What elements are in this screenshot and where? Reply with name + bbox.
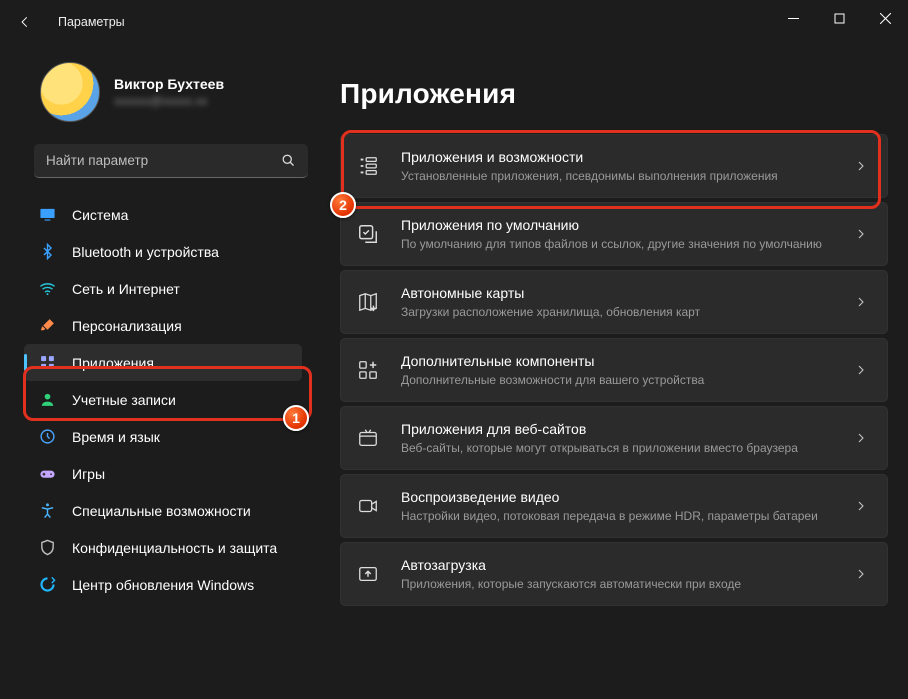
- card-desc: Настройки видео, потоковая передача в ре…: [401, 508, 835, 524]
- card-desc: Установленные приложения, псевдонимы вып…: [401, 168, 835, 184]
- chevron-right-icon: [855, 160, 869, 172]
- sidebar-item-label: Специальные возможности: [72, 503, 292, 519]
- paintbrush-icon: [38, 317, 56, 335]
- card-desc: Загрузки расположение хранилища, обновле…: [401, 304, 835, 320]
- maps-icon: [355, 289, 381, 315]
- time-language-icon: [38, 428, 56, 446]
- window-title: Параметры: [58, 15, 125, 29]
- avatar: [40, 62, 100, 122]
- apps-icon: [38, 354, 56, 372]
- sidebar-item-label: Центр обновления Windows: [72, 577, 292, 593]
- settings-card-2[interactable]: Автономные карты Загрузки расположение хр…: [340, 270, 888, 334]
- search-icon: [281, 153, 296, 168]
- settings-card-1[interactable]: Приложения по умолчанию По умолчанию для …: [340, 202, 888, 266]
- settings-card-3[interactable]: Дополнительные компоненты Дополнительные …: [340, 338, 888, 402]
- sidebar-item-7[interactable]: Игры: [24, 455, 302, 492]
- card-title: Автозагрузка: [401, 556, 835, 574]
- minimize-button[interactable]: [770, 0, 816, 36]
- back-button[interactable]: [18, 15, 40, 29]
- card-title: Автономные карты: [401, 284, 835, 302]
- search-input[interactable]: [34, 144, 308, 178]
- annotation-badge-1: 1: [283, 405, 309, 431]
- account-icon: [38, 391, 56, 409]
- optional-features-icon: [355, 357, 381, 383]
- gaming-icon: [38, 465, 56, 483]
- profile-email: xxxxxx@xxxxx.xx: [114, 94, 224, 108]
- card-desc: Приложения, которые запускаются автомати…: [401, 576, 835, 592]
- sidebar-item-3[interactable]: Персонализация: [24, 307, 302, 344]
- sidebar-item-label: Конфиденциальность и защита: [72, 540, 292, 556]
- default-apps-icon: [355, 221, 381, 247]
- chevron-right-icon: [855, 296, 869, 308]
- bluetooth-icon: [38, 243, 56, 261]
- sidebar-item-5[interactable]: Учетные записи: [24, 381, 302, 418]
- video-icon: [355, 493, 381, 519]
- card-desc: Веб-сайты, которые могут открываться в п…: [401, 440, 835, 456]
- titlebar: Параметры: [0, 0, 908, 44]
- windows-update-icon: [38, 576, 56, 594]
- sidebar-item-8[interactable]: Специальные возможности: [24, 492, 302, 529]
- settings-card-5[interactable]: Воспроизведение видео Настройки видео, по…: [340, 474, 888, 538]
- sidebar-item-0[interactable]: Система: [24, 196, 302, 233]
- sidebar-item-label: Время и язык: [72, 429, 292, 445]
- sidebar-item-1[interactable]: Bluetooth и устройства: [24, 233, 302, 270]
- profile-name: Виктор Бухтеев: [114, 76, 224, 92]
- websites-icon: [355, 425, 381, 451]
- chevron-right-icon: [855, 568, 869, 580]
- sidebar-item-6[interactable]: Время и язык: [24, 418, 302, 455]
- wifi-icon: [38, 280, 56, 298]
- card-title: Приложения для веб-сайтов: [401, 420, 835, 438]
- sidebar-item-label: Сеть и Интернет: [72, 281, 292, 297]
- sidebar-item-label: Приложения: [72, 355, 292, 371]
- profile[interactable]: Виктор Бухтеев xxxxxx@xxxxx.xx: [18, 54, 304, 136]
- privacy-icon: [38, 539, 56, 557]
- chevron-right-icon: [855, 500, 869, 512]
- sidebar-item-4[interactable]: Приложения: [24, 344, 302, 381]
- sidebar-item-10[interactable]: Центр обновления Windows: [24, 566, 302, 603]
- maximize-button[interactable]: [816, 0, 862, 36]
- chevron-right-icon: [855, 364, 869, 376]
- card-title: Воспроизведение видео: [401, 488, 835, 506]
- system-icon: [38, 206, 56, 224]
- settings-card-6[interactable]: Автозагрузка Приложения, которые запускаю…: [340, 542, 888, 606]
- card-desc: Дополнительные возможности для вашего ус…: [401, 372, 835, 388]
- card-title: Приложения по умолчанию: [401, 216, 835, 234]
- sidebar-item-2[interactable]: Сеть и Интернет: [24, 270, 302, 307]
- card-title: Дополнительные компоненты: [401, 352, 835, 370]
- close-button[interactable]: [862, 0, 908, 36]
- apps-features-icon: [355, 153, 381, 179]
- page-title: Приложения: [340, 78, 888, 110]
- accessibility-icon: [38, 502, 56, 520]
- chevron-right-icon: [855, 432, 869, 444]
- settings-card-0[interactable]: Приложения и возможности Установленные пр…: [340, 134, 888, 198]
- card-desc: По умолчанию для типов файлов и ссылок, …: [401, 236, 835, 252]
- card-title: Приложения и возможности: [401, 148, 835, 166]
- sidebar-item-label: Игры: [72, 466, 292, 482]
- sidebar-item-label: Персонализация: [72, 318, 292, 334]
- annotation-badge-2: 2: [330, 192, 356, 218]
- startup-icon: [355, 561, 381, 587]
- settings-card-4[interactable]: Приложения для веб-сайтов Веб-сайты, кото…: [340, 406, 888, 470]
- chevron-right-icon: [855, 228, 869, 240]
- sidebar-item-label: Учетные записи: [72, 392, 292, 408]
- sidebar-item-label: Bluetooth и устройства: [72, 244, 292, 260]
- sidebar-item-9[interactable]: Конфиденциальность и защита: [24, 529, 302, 566]
- sidebar-item-label: Система: [72, 207, 292, 223]
